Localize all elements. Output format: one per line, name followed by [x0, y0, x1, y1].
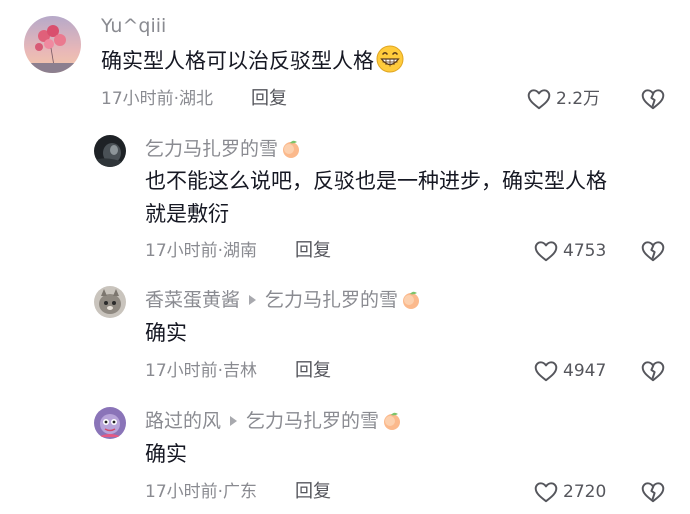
reply-button[interactable]: 回复: [251, 88, 287, 110]
like-count: 4947: [563, 361, 607, 381]
comment-text-line: 确实: [145, 442, 187, 466]
time-location: 17小时前·湖南: [145, 241, 258, 261]
time-location: 17小时前·吉林: [145, 361, 258, 381]
like-count: 2720: [563, 482, 607, 502]
comment-1: Yu^qiii 确实型人格可以治反驳型人格 17小时前·湖北 回复 2.2万: [0, 0, 690, 120]
peach-icon: [384, 412, 401, 430]
comment-text-line: 确实: [145, 321, 187, 345]
username-text[interactable]: 路过的风: [145, 409, 221, 433]
avatar[interactable]: [94, 286, 126, 318]
triangle-right-icon: [230, 416, 238, 426]
comment-text: 也不能这么说吧，反驳也是一种进步，确实型人格 就是敷衍: [145, 165, 607, 231]
peach-icon: [283, 140, 300, 158]
peach-icon: [403, 291, 420, 309]
username-text[interactable]: 香菜蛋黄酱: [145, 288, 240, 312]
grin-emoji-icon: [376, 45, 404, 73]
username-text[interactable]: Yu^qiii: [101, 14, 166, 38]
avatar-dark-image: [94, 135, 126, 167]
triangle-right-icon: [249, 295, 257, 305]
reply-to-username[interactable]: 乞力马扎罗的雪: [265, 288, 398, 312]
like-button[interactable]: 2.2万: [526, 86, 600, 112]
broken-heart-icon[interactable]: [640, 86, 666, 112]
comment-text-line: 确实型人格可以治反驳型人格: [101, 49, 374, 73]
avatar-cartoon-image: [94, 407, 126, 439]
broken-heart-icon[interactable]: [640, 238, 666, 264]
reply-to-username[interactable]: 乞力马扎罗的雪: [246, 409, 379, 433]
avatar-cat-image: [94, 286, 126, 318]
heart-outline-icon: [534, 241, 558, 262]
username[interactable]: 乞力马扎罗的雪: [145, 137, 301, 161]
comment-text: 确实: [145, 317, 187, 350]
avatar[interactable]: [24, 16, 81, 73]
comment-text-line: 就是敷衍: [145, 202, 229, 226]
reply-button[interactable]: 回复: [295, 240, 331, 262]
reply-button[interactable]: 回复: [295, 481, 331, 503]
like-count: 2.2万: [556, 89, 601, 109]
heart-outline-icon: [534, 482, 558, 503]
comment-text-line: 也不能这么说吧，反驳也是一种进步，确实型人格: [145, 169, 607, 193]
avatar[interactable]: [94, 407, 126, 439]
username-text[interactable]: 乞力马扎罗的雪: [145, 137, 278, 161]
heart-outline-icon: [534, 361, 558, 382]
comment-text: 确实: [145, 438, 187, 471]
broken-heart-icon[interactable]: [640, 358, 666, 384]
like-count: 4753: [563, 241, 607, 261]
broken-heart-icon[interactable]: [640, 479, 666, 505]
time-location: 17小时前·湖北: [101, 89, 214, 109]
like-button[interactable]: 2720: [533, 479, 606, 505]
username[interactable]: Yu^qiii: [101, 14, 166, 38]
like-button[interactable]: 4947: [533, 358, 606, 384]
username[interactable]: 路过的风 乞力马扎罗的雪: [145, 409, 402, 433]
avatar-balloons-image: [24, 16, 81, 73]
avatar[interactable]: [94, 135, 126, 167]
like-button[interactable]: 4753: [533, 238, 606, 264]
heart-outline-icon: [527, 89, 551, 110]
username[interactable]: 香菜蛋黄酱 乞力马扎罗的雪: [145, 288, 421, 312]
comment-text: 确实型人格可以治反驳型人格: [101, 45, 404, 78]
time-location: 17小时前·广东: [145, 482, 258, 502]
reply-button[interactable]: 回复: [295, 360, 331, 382]
